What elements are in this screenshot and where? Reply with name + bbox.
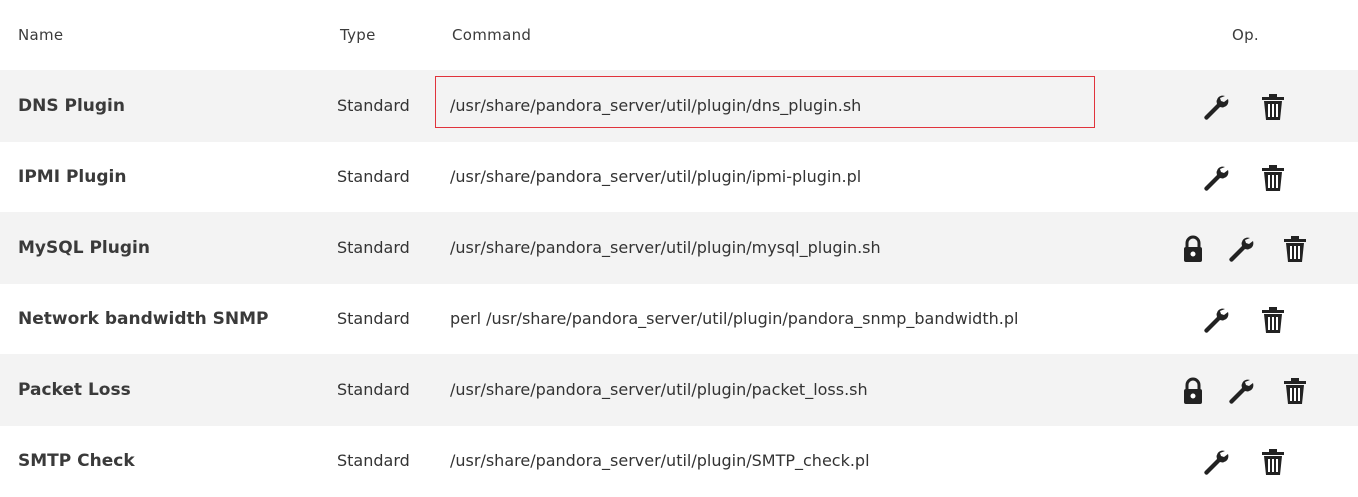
table-row: DNS Plugin Standard /usr/share/pandora_s…	[0, 70, 1358, 142]
table-row: IPMI Plugin Standard /usr/share/pandora_…	[0, 141, 1358, 213]
trash-icon[interactable]	[1258, 163, 1288, 193]
trash-icon[interactable]	[1280, 234, 1310, 264]
table-row: Network bandwidth SNMP Standard perl /us…	[0, 283, 1358, 355]
plugin-name[interactable]: Network bandwidth SNMP	[18, 283, 268, 355]
plugins-table: Name Type Command Op. DNS Plugin Standar…	[0, 0, 1358, 496]
plugin-command: /usr/share/pandora_server/util/plugin/dn…	[450, 96, 862, 115]
header-name: Name	[18, 26, 64, 44]
plugin-name[interactable]: IPMI Plugin	[18, 141, 126, 213]
trash-icon[interactable]	[1280, 376, 1310, 406]
plugin-name[interactable]: MySQL Plugin	[18, 212, 150, 284]
wrench-icon[interactable]	[1200, 163, 1230, 193]
trash-icon[interactable]	[1258, 305, 1288, 335]
wrench-icon[interactable]	[1200, 92, 1230, 122]
plugin-type: Standard	[337, 380, 410, 399]
plugin-command: /usr/share/pandora_server/util/plugin/ip…	[450, 167, 862, 186]
lock-icon	[1178, 234, 1208, 264]
header-type: Type	[340, 26, 376, 44]
plugin-command: /usr/share/pandora_server/util/plugin/SM…	[450, 451, 870, 470]
wrench-icon[interactable]	[1225, 376, 1255, 406]
table-row: Packet Loss Standard /usr/share/pandora_…	[0, 354, 1358, 426]
plugin-name[interactable]: SMTP Check	[18, 425, 135, 497]
plugin-type: Standard	[337, 309, 410, 328]
header-command: Command	[452, 26, 532, 44]
plugin-type: Standard	[337, 451, 410, 470]
table-header: Name Type Command Op.	[0, 0, 1358, 70]
plugin-command: /usr/share/pandora_server/util/plugin/pa…	[450, 380, 868, 399]
plugin-command: perl /usr/share/pandora_server/util/plug…	[450, 309, 1019, 328]
plugin-name[interactable]: DNS Plugin	[18, 70, 125, 142]
header-op: Op.	[1232, 26, 1259, 44]
plugin-name[interactable]: Packet Loss	[18, 354, 131, 426]
wrench-icon[interactable]	[1200, 305, 1230, 335]
table-row: SMTP Check Standard /usr/share/pandora_s…	[0, 425, 1358, 496]
table-row: MySQL Plugin Standard /usr/share/pandora…	[0, 212, 1358, 284]
wrench-icon[interactable]	[1200, 447, 1230, 477]
trash-icon[interactable]	[1258, 447, 1288, 477]
lock-icon	[1178, 376, 1208, 406]
plugin-command: /usr/share/pandora_server/util/plugin/my…	[450, 238, 881, 257]
wrench-icon[interactable]	[1225, 234, 1255, 264]
plugin-type: Standard	[337, 167, 410, 186]
plugin-type: Standard	[337, 96, 410, 115]
trash-icon[interactable]	[1258, 92, 1288, 122]
plugin-type: Standard	[337, 238, 410, 257]
